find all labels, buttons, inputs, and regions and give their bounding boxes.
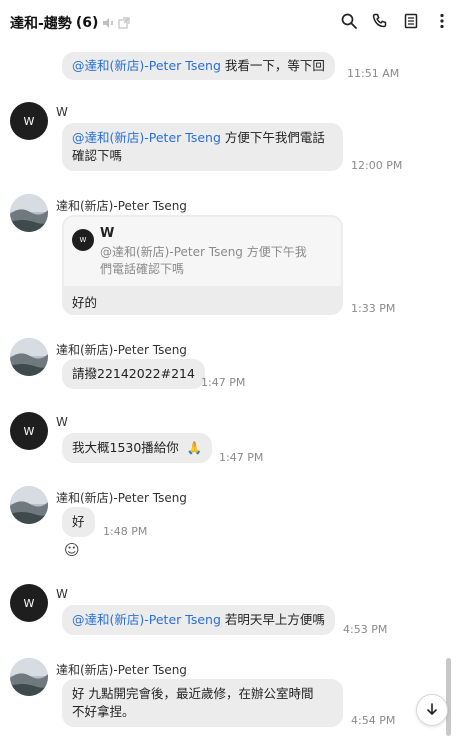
message-bubble[interactable]: @達和(新店)-Peter Tseng 方便下午我們電話 確認下嗎 [62,123,343,171]
message-bubble[interactable]: 好 九點開完會後，最近歲修，在辦公室時間 不好拿捏。 [62,679,343,727]
search-icon[interactable] [340,12,358,30]
quoted-sender: W [100,226,115,241]
message-time: 1:47 PM [219,451,264,464]
avatar[interactable]: W [10,412,48,450]
message-time: 1:47 PM [201,376,246,389]
avatar[interactable] [10,194,48,232]
message-text: 我大概1530播給你 [72,440,179,455]
message-bubble[interactable]: 好 [62,507,95,537]
avatar[interactable] [10,486,48,524]
sender-name: W [56,105,68,119]
message-text: 確認下嗎 [72,148,123,163]
sender-name: 達和(新店)-Peter Tseng [56,663,187,677]
smiley-sticker-icon[interactable]: ☺ [64,541,80,559]
message-text: 請撥22142022#214 [72,366,195,381]
message-bubble[interactable]: @達和(新店)-Peter Tseng 若明天早上方便嗎 [62,605,335,635]
message-time: 4:53 PM [343,623,388,636]
chat-header: 達和-趨勢 (6) [0,0,459,46]
message-bubble[interactable]: 我大概1530播給你 🙏 [62,433,213,463]
message-time: 1:48 PM [103,525,148,538]
message-time: 11:51 AM [347,67,400,80]
arrow-down-icon [425,701,439,720]
avatar[interactable] [10,658,48,696]
more-vertical-icon[interactable] [433,12,451,30]
header-actions [340,12,451,30]
message-text: 好的 [72,295,98,310]
phone-icon[interactable] [371,12,389,30]
message-text: 我看一下，等下回 [220,58,325,73]
member-count[interactable]: (6) [76,15,99,31]
message-text: 不好拿捏。 [72,704,135,719]
chat-title[interactable]: 達和-趨勢 [10,13,72,33]
message-bubble[interactable]: 請撥22142022#214 [62,359,205,389]
reply-message-bubble[interactable]: W W @達和(新店)-Peter Tseng 方便下午我 們電話確認下嗎 好的 [62,215,343,315]
message-text: 方便下午我們電話 [220,130,325,145]
message-time: 1:33 PM [351,302,396,315]
sender-name: 達和(新店)-Peter Tseng [56,343,187,357]
message-time: 12:00 PM [351,159,403,172]
praying-hands-icon: 🙏 [186,440,203,455]
header-status-icons [102,17,130,29]
message-bubble[interactable]: @達和(新店)-Peter Tseng 我看一下，等下回 [62,52,335,80]
quoted-text: @達和(新店)-Peter Tseng 方便下午我 們電話確認下嗎 [100,245,307,276]
mention-link[interactable]: @達和(新店)-Peter Tseng [72,130,221,145]
avatar[interactable] [10,338,48,376]
message-list[interactable]: @達和(新店)-Peter Tseng 我看一下，等下回 11:51 AM W … [0,46,452,739]
mention-link[interactable]: @達和(新店)-Peter Tseng [72,58,221,73]
notes-icon[interactable] [402,12,420,30]
sender-name: W [56,587,68,601]
avatar[interactable]: W [10,102,48,140]
sender-name: W [56,415,68,429]
sender-name: 達和(新店)-Peter Tseng [56,199,187,213]
message-text: 好 [72,514,85,529]
speaker-muted-icon [102,17,114,29]
scrollbar-thumb[interactable] [446,658,451,736]
scroll-to-bottom-button[interactable] [416,694,448,726]
quoted-message[interactable]: W W @達和(新店)-Peter Tseng 方便下午我 們電話確認下嗎 [64,217,341,286]
message-text: 若明天早上方便嗎 [220,612,325,627]
avatar[interactable]: W [10,584,48,622]
external-window-icon[interactable] [118,17,130,29]
quoted-avatar: W [72,229,94,251]
sender-name: 達和(新店)-Peter Tseng [56,491,187,505]
message-time: 4:54 PM [351,714,396,727]
message-text: 好 九點開完會後，最近歲修，在辦公室時間 [72,686,314,701]
mention-link[interactable]: @達和(新店)-Peter Tseng [72,612,221,627]
